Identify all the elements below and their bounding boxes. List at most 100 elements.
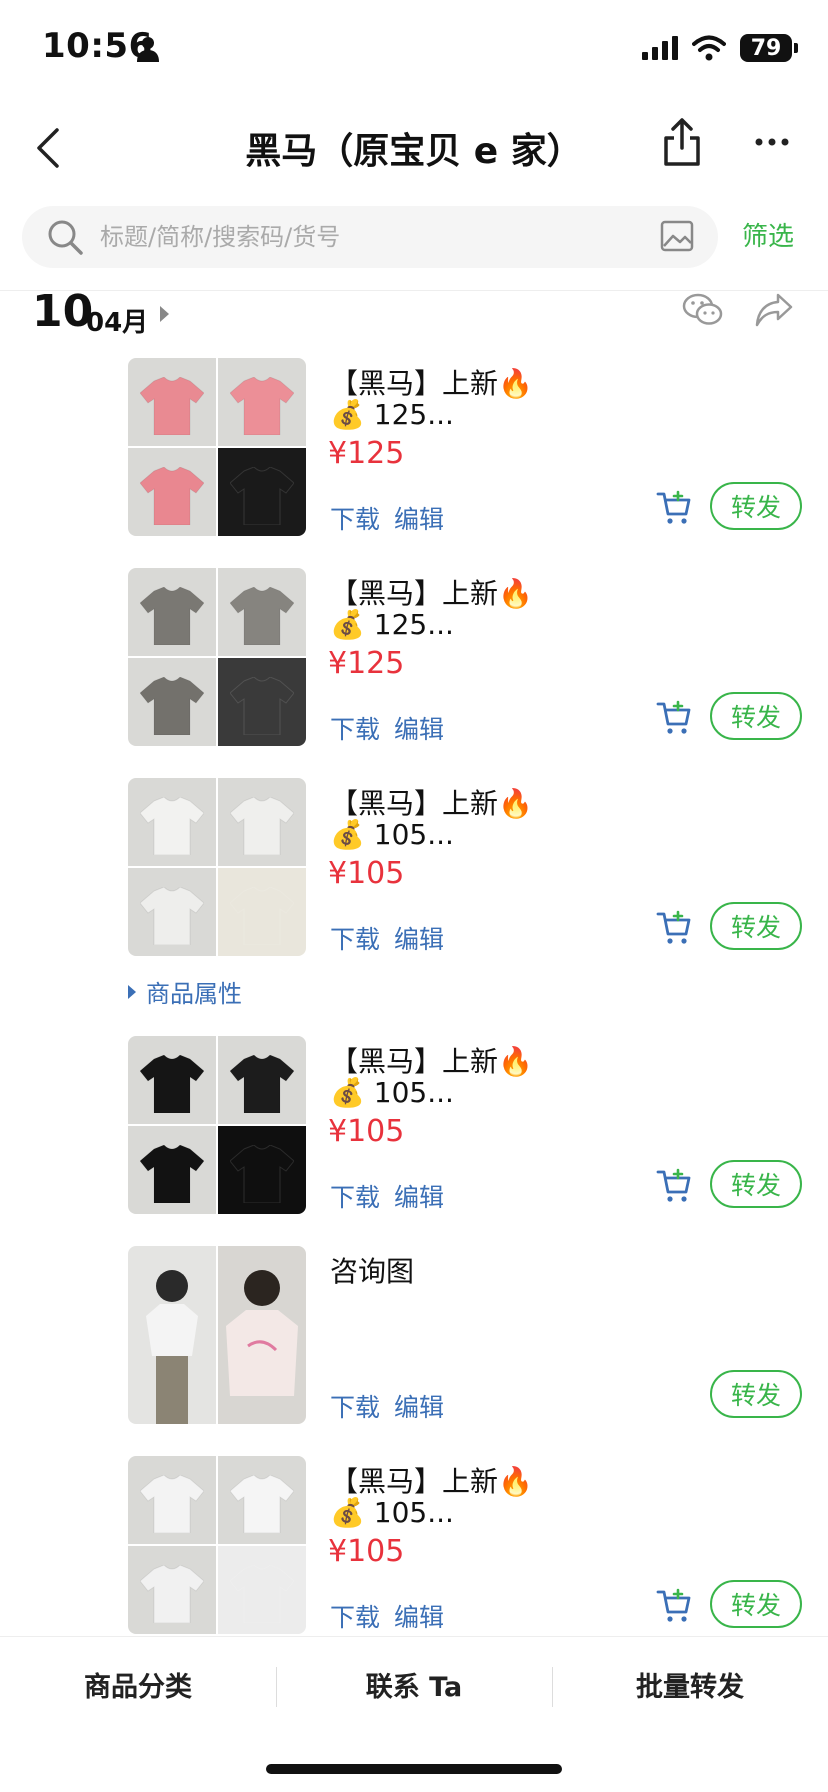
forward-button[interactable]: 转发 [710,902,802,950]
product-thumbnail[interactable] [128,568,216,656]
list-item[interactable]: 【黑马】上新🔥 💰 125... ¥125 下载 编辑 转发 [0,358,828,542]
product-thumbnail[interactable] [128,448,216,536]
product-image-grid[interactable] [128,568,306,746]
forward-button[interactable]: 转发 [710,1370,802,1418]
item-price: ¥105 [328,1534,405,1569]
add-to-cart-icon[interactable] [656,908,692,946]
nav-bar: 黑马（原宝贝 e 家） [0,100,828,200]
add-to-cart-icon[interactable] [656,1166,692,1204]
product-thumbnail[interactable] [128,358,216,446]
item-price: ¥105 [328,856,405,891]
tshirt-icon [140,376,204,435]
add-to-cart-icon[interactable] [656,1586,692,1624]
product-thumbnail[interactable] [218,1126,306,1214]
tshirt-icon [140,676,204,735]
download-link[interactable]: 下载 [330,1388,380,1424]
edit-link[interactable]: 编辑 [394,920,444,956]
date-month: 04月 [86,308,149,338]
divider [0,290,828,291]
search-input[interactable] [100,206,660,268]
tshirt-icon [140,1474,204,1533]
item-title: 【黑马】上新🔥 [330,787,533,820]
edit-link[interactable]: 编辑 [394,500,444,536]
tshirt-icon [230,1054,294,1113]
product-thumbnail[interactable] [128,778,216,866]
item-title: 咨询图 [330,1255,415,1288]
item-subtitle: 💰 105... [330,1076,454,1109]
product-image-grid[interactable] [128,1036,306,1214]
item-subtitle: 💰 105... [330,818,454,851]
edit-link[interactable]: 编辑 [394,1388,444,1424]
product-thumbnail[interactable] [218,658,306,746]
forward-button[interactable]: 转发 [710,692,802,740]
tshirt-icon [140,1564,204,1623]
edit-link[interactable]: 编辑 [394,710,444,746]
wifi-icon [692,35,726,61]
item-price: ¥105 [328,1114,405,1149]
product-thumbnail[interactable] [218,568,306,656]
product-image-grid[interactable] [128,1456,306,1634]
forward-icon[interactable] [754,292,794,328]
download-link[interactable]: 下载 [330,500,380,536]
download-link[interactable]: 下载 [330,920,380,956]
forward-button[interactable]: 转发 [710,482,802,530]
filter-button[interactable]: 筛选 [742,216,794,253]
download-link[interactable]: 下载 [330,1598,380,1634]
product-thumbnail[interactable] [128,1456,216,1544]
product-thumbnail[interactable] [218,1456,306,1544]
product-image-grid[interactable] [128,778,306,956]
list-item[interactable]: 咨询图 下载 编辑 转发 [0,1246,828,1430]
product-thumbnail[interactable] [218,1036,306,1124]
download-link[interactable]: 下载 [330,1178,380,1214]
list-item[interactable]: 【黑马】上新🔥 💰 105... ¥105 下载 编辑 转发 [0,778,828,962]
product-thumbnail[interactable] [218,448,306,536]
edit-link[interactable]: 编辑 [394,1178,444,1214]
forward-button[interactable]: 转发 [710,1160,802,1208]
tshirt-icon [140,796,204,855]
product-thumbnail[interactable] [218,778,306,866]
product-thumbnail[interactable] [218,1546,306,1634]
product-thumbnail[interactable] [218,1246,306,1424]
product-image-grid[interactable] [128,1246,306,1424]
tab-categories[interactable]: 商品分类 [0,1665,276,1704]
wechat-icon[interactable] [682,292,724,328]
tshirt-icon [230,376,294,435]
search-icon [48,220,83,255]
forward-button[interactable]: 转发 [710,1580,802,1628]
image-search-icon[interactable] [660,220,694,252]
status-indicators: 79 [642,34,798,62]
more-icon [755,138,789,146]
more-button[interactable] [750,120,794,164]
list-item[interactable]: 【黑马】上新🔥 💰 125... ¥125 下载 编辑 转发 [0,568,828,752]
item-subtitle: 💰 105... [330,1496,454,1529]
add-to-cart-icon[interactable] [656,488,692,526]
download-link[interactable]: 下载 [330,710,380,746]
product-image-grid[interactable] [128,358,306,536]
tshirt-icon [230,676,294,735]
tab-contact[interactable]: 联系 Ta [276,1665,552,1704]
caret-right-icon[interactable] [160,306,169,322]
person-photo-icon [226,1270,298,1396]
item-title: 【黑马】上新🔥 [330,577,533,610]
date-day: 10 [32,286,94,337]
item-title: 【黑马】上新🔥 [330,1465,533,1498]
list-item[interactable]: 【黑马】上新🔥 💰 105... ¥105 下载 编辑 转发 [0,1036,828,1220]
product-thumbnail[interactable] [128,658,216,746]
share-icon[interactable] [660,116,704,168]
tab-batch-forward[interactable]: 批量转发 [552,1665,828,1704]
product-thumbnail[interactable] [128,868,216,956]
add-to-cart-icon[interactable] [656,698,692,736]
item-title: 【黑马】上新🔥 [330,1045,533,1078]
edit-link[interactable]: 编辑 [394,1598,444,1634]
product-thumbnail[interactable] [128,1246,216,1424]
product-thumbnail[interactable] [128,1126,216,1214]
search-bar[interactable] [22,206,718,268]
tshirt-icon [140,466,204,525]
attributes-toggle[interactable]: 商品属性 [128,974,242,1009]
product-thumbnail[interactable] [128,1036,216,1124]
product-thumbnail[interactable] [218,358,306,446]
product-thumbnail[interactable] [218,868,306,956]
list-item[interactable]: 【黑马】上新🔥 💰 105... ¥105 下载 编辑 转发 [0,1456,828,1640]
tshirt-icon [230,796,294,855]
product-thumbnail[interactable] [128,1546,216,1634]
